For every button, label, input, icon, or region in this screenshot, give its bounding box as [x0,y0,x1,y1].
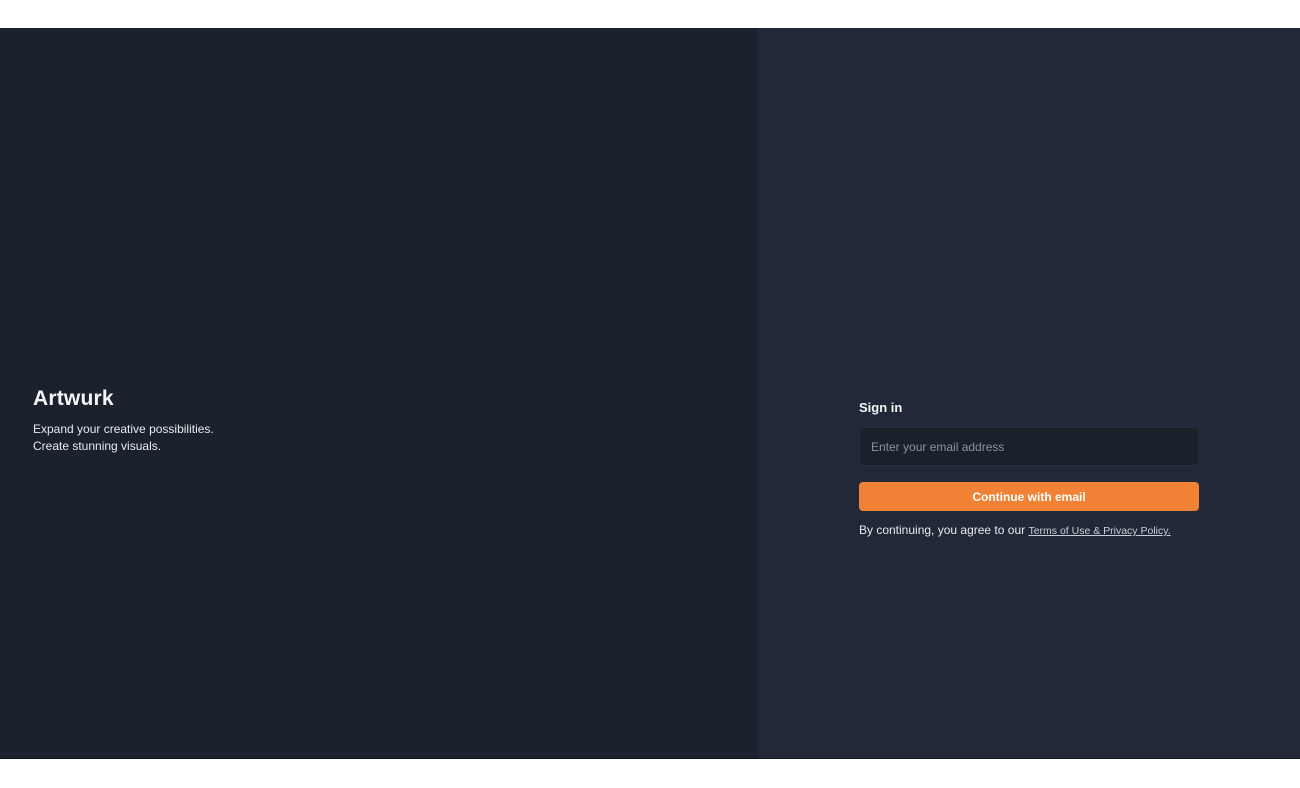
continue-with-email-button[interactable]: Continue with email [859,482,1199,511]
terms-privacy-link[interactable]: Terms of Use & Privacy Policy. [1028,525,1170,537]
legal-notice: By continuing, you agree to our Terms of… [859,523,1199,537]
signin-panel: Sign in Continue with email By continuin… [758,28,1300,758]
signin-form: Sign in Continue with email By continuin… [859,400,1199,537]
legal-prefix: By continuing, you agree to our [859,523,1029,537]
brand-title: Artwurk [33,387,114,410]
signin-heading: Sign in [859,400,903,415]
tagline-line-2: Create stunning visuals. [33,439,162,453]
brand-tagline: Expand your creative possibilities. Crea… [33,421,214,455]
email-input[interactable] [859,427,1199,466]
brand-panel: Artwurk Expand your creative possibiliti… [0,28,758,758]
tagline-line-1: Expand your creative possibilities. [33,422,214,436]
brand-block: Artwurk Expand your creative possibiliti… [33,387,214,455]
page-container: Artwurk Expand your creative possibiliti… [0,28,1300,759]
